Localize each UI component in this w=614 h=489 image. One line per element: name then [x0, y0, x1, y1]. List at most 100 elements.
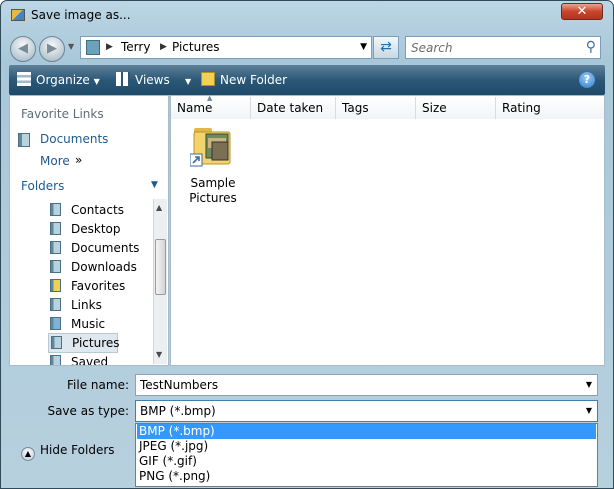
column-label: Date taken: [257, 101, 324, 115]
option-png[interactable]: PNG (*.png): [137, 469, 596, 484]
scroll-up-icon[interactable]: ▲: [156, 203, 162, 212]
file-item-label-line1: Sample: [190, 176, 236, 190]
chevron-down-icon[interactable]: ▼: [586, 406, 592, 415]
organize-button[interactable]: Organize ▼: [17, 72, 100, 87]
file-name-value: TestNumbers: [140, 378, 219, 392]
organize-icon: [17, 72, 31, 86]
tree-item-favorites[interactable]: Favorites: [50, 277, 146, 295]
address-bar[interactable]: ▶ Terry ▶ Pictures ▼: [80, 36, 372, 59]
file-name-label: File name:: [67, 378, 129, 392]
more-chevrons-icon[interactable]: »: [75, 153, 82, 167]
scroll-thumb[interactable]: [155, 239, 166, 295]
views-button[interactable]: Views ▼: [116, 72, 191, 87]
tree-item-label: Downloads: [71, 260, 137, 274]
option-bmp[interactable]: BMP (*.bmp): [137, 424, 596, 439]
tree-item-label: Links: [71, 298, 102, 312]
tree-item-label: Music: [71, 317, 106, 331]
folder-shortcut-icon: [190, 128, 231, 167]
breadcrumb-terry[interactable]: Terry: [121, 40, 150, 54]
tree-item-label: Pictures: [72, 336, 120, 350]
file-list-pane: ▲ Name Date taken Tags Size Rating Sampl…: [170, 94, 605, 366]
save-type-value: BMP (*.bmp): [140, 404, 216, 418]
save-type-label: Save as type:: [47, 404, 129, 418]
pictures-folder-icon: [51, 336, 62, 349]
option-gif[interactable]: GIF (*.gif): [137, 454, 596, 469]
breadcrumb-pictures[interactable]: Pictures: [172, 40, 220, 54]
back-button[interactable]: ◀: [10, 36, 36, 62]
window-title: Save image as...: [31, 8, 131, 22]
favorite-link-documents[interactable]: Documents: [40, 132, 108, 146]
folders-heading: Folders: [21, 179, 65, 193]
more-link[interactable]: More: [40, 154, 70, 168]
documents-link-icon: [18, 133, 30, 147]
back-arrow-icon: ◀: [18, 41, 28, 56]
favorite-links-heading: Favorite Links: [21, 107, 104, 121]
folder-icon: [50, 241, 61, 254]
folder-icon: [50, 222, 61, 235]
column-header-name[interactable]: ▲ Name: [171, 94, 251, 119]
folder-icon: [50, 260, 61, 273]
tree-item-documents[interactable]: Documents: [50, 239, 146, 257]
column-label: Size: [422, 101, 447, 115]
save-options-panel: File name: TestNumbers ▼ Save as type: B…: [9, 367, 605, 487]
tree-item-label: Desktop: [71, 222, 121, 236]
folder-icon: [50, 203, 61, 216]
folder-tree-scrollbar[interactable]: ▲ ▼: [153, 199, 167, 364]
location-icon: [86, 40, 100, 55]
breadcrumb-arrow-icon[interactable]: ▶: [106, 42, 113, 52]
column-header-date-taken[interactable]: Date taken: [251, 97, 336, 119]
title-bar: Save image as... ✕: [1, 1, 613, 31]
tree-item-desktop[interactable]: Desktop: [50, 220, 146, 238]
search-input[interactable]: Search ⚲: [405, 36, 601, 59]
breadcrumb-arrow-icon[interactable]: ▶: [160, 42, 167, 52]
folder-icon: [50, 298, 61, 311]
folders-header[interactable]: Folders ▼: [10, 175, 168, 197]
chevron-down-icon: ▼: [151, 180, 158, 190]
tree-item-links[interactable]: Links: [50, 296, 146, 314]
scroll-down-icon[interactable]: ▼: [156, 350, 162, 359]
app-icon: [11, 9, 25, 21]
column-header-rating[interactable]: Rating: [496, 97, 604, 119]
tree-item-label: Favorites: [71, 279, 126, 293]
tree-item-label: Documents: [71, 241, 140, 255]
address-dropdown-icon[interactable]: ▼: [360, 42, 367, 52]
new-folder-button[interactable]: New Folder: [201, 72, 287, 87]
refresh-button[interactable]: ⇄: [373, 36, 399, 59]
column-label: Tags: [342, 101, 369, 115]
navigation-pane: Favorite Links Documents More » Folders …: [9, 95, 169, 366]
column-label: Rating: [502, 101, 541, 115]
save-image-dialog: Save image as... ✕ ◀ ▶ ▼ ▶ Terry ▶ Pictu…: [0, 0, 614, 489]
recent-pages-dropdown-icon[interactable]: ▼: [68, 42, 74, 51]
chevron-down-icon: ▼: [93, 77, 100, 86]
views-label: Views: [135, 73, 170, 87]
views-icon: [116, 72, 130, 86]
star-folder-icon: [50, 279, 61, 292]
help-icon[interactable]: ?: [579, 72, 595, 88]
music-folder-icon: [50, 317, 61, 330]
chevron-down-icon: ▼: [185, 77, 192, 86]
chevron-down-icon[interactable]: ▼: [586, 380, 592, 389]
file-item-label-line2: Pictures: [189, 191, 237, 205]
tree-item-downloads[interactable]: Downloads: [50, 258, 146, 276]
file-name-input[interactable]: TestNumbers ▼: [135, 374, 598, 396]
file-item-label: Sample Pictures: [181, 176, 245, 206]
close-button[interactable]: ✕: [561, 3, 603, 20]
refresh-icon: ⇄: [380, 39, 392, 55]
column-label: Name: [177, 101, 213, 115]
column-header-tags[interactable]: Tags: [336, 97, 416, 119]
hide-folders-button[interactable]: ▲ Hide Folders: [21, 443, 115, 461]
save-type-select[interactable]: BMP (*.bmp) ▼: [135, 400, 598, 422]
new-folder-icon: [201, 72, 215, 86]
tree-item-music[interactable]: Music: [50, 315, 146, 333]
forward-button[interactable]: ▶: [39, 36, 65, 62]
column-header-size[interactable]: Size: [416, 97, 496, 119]
option-jpeg[interactable]: JPEG (*.jpg): [137, 439, 596, 454]
navigation-bar: ◀ ▶ ▼ ▶ Terry ▶ Pictures ▼ ⇄ Search ⚲: [1, 32, 613, 62]
tree-item-pictures[interactable]: Pictures: [48, 333, 120, 353]
tree-item-contacts[interactable]: Contacts: [50, 201, 146, 219]
search-icon[interactable]: ⚲: [586, 39, 596, 55]
tree-item-label: Contacts: [71, 203, 124, 217]
tree-item-saved-games[interactable]: Saved Games: [50, 353, 146, 365]
file-item-sample-pictures[interactable]: Sample Pictures: [181, 124, 245, 206]
sort-ascending-icon: ▲: [207, 94, 213, 102]
